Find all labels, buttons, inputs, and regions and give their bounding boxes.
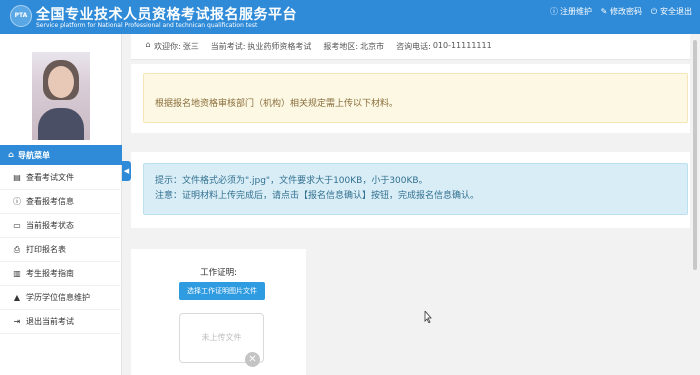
power-icon: ⏻ xyxy=(650,6,658,16)
exam-value: 执业药师资格考试 xyxy=(247,42,312,51)
bank-icon: ⌂ xyxy=(145,40,151,49)
platform-title: 全国专业技术人员资格考试报名服务平台 xyxy=(36,7,297,23)
phone-label: 咨询电话: xyxy=(396,42,431,51)
upload-requirement-alert: 根据报名地资格审核部门（机构）相关规定需上传以下材料。 xyxy=(143,73,688,123)
text-cursor-icon xyxy=(424,311,432,323)
region-value: 北京市 xyxy=(360,42,385,51)
sidebar-collapse-toggle[interactable]: ◀ xyxy=(122,161,131,181)
avatar xyxy=(32,52,90,140)
platform-subtitle: Service platform for National Profession… xyxy=(36,22,258,29)
print-icon: ⎙ xyxy=(13,244,21,254)
user-info-bar: ⌂ 欢迎你: 张三 当前考试: 执业药师资格考试 报考地区: 北京市 咨询电话:… xyxy=(131,34,700,60)
change-password-link[interactable]: ✎ 修改密码 xyxy=(600,6,642,17)
logo: PTA xyxy=(10,5,32,27)
exam-label: 当前考试: xyxy=(210,42,246,51)
monitor-icon: ▭ xyxy=(13,220,21,230)
sidebar-item-exam-files[interactable]: ▤ 查看考试文件 xyxy=(0,166,122,190)
graduation-cap-icon: ▲ xyxy=(13,292,21,302)
sidebar-item-registration-status[interactable]: ▭ 当前报考状态 xyxy=(0,214,122,238)
logout-link[interactable]: ⏻ 安全退出 xyxy=(650,6,692,17)
top-links: ⓘ 注册维护 ✎ 修改密码 ⏻ 安全退出 xyxy=(550,6,692,17)
scrollbar-thumb[interactable] xyxy=(693,40,697,270)
sidebar-item-education-info[interactable]: ▲ 学历学位信息维护 xyxy=(0,286,122,310)
nav-list: ▤ 查看考试文件 ⓘ 查看报考信息 ▭ 当前报考状态 ⎙ 打印报名表 ▥ 考生报… xyxy=(0,166,122,334)
info-icon: ⓘ xyxy=(13,196,21,206)
top-header: PTA 全国专业技术人员资格考试报名服务平台 Service platform … xyxy=(0,0,700,34)
sidebar: ⌂ 导航菜单 ▤ 查看考试文件 ⓘ 查看报考信息 ▭ 当前报考状态 ⎙ 打印报名… xyxy=(0,34,122,375)
phone-value: 010-11111111 xyxy=(432,41,492,50)
sign-out-icon: ⇥ xyxy=(13,316,21,326)
nav-menu-header[interactable]: ⌂ 导航菜单 xyxy=(0,145,122,165)
file-icon: ▤ xyxy=(13,172,21,182)
edit-icon: ✎ xyxy=(600,6,608,16)
upload-notice-alert: 提示：文件格式必须为".jpg"，文件要求大于100KB，小于300KB。 注意… xyxy=(143,163,688,215)
sidebar-item-exit-exam[interactable]: ⇥ 退出当前考试 xyxy=(0,310,122,334)
sidebar-item-print-form[interactable]: ⎙ 打印报名表 xyxy=(0,238,122,262)
home-icon: ⌂ xyxy=(8,150,14,159)
sidebar-item-guide[interactable]: ▥ 考生报考指南 xyxy=(0,262,122,286)
sidebar-item-registration-info[interactable]: ⓘ 查看报考信息 xyxy=(0,190,122,214)
register-maintain-link[interactable]: ⓘ 注册维护 xyxy=(550,6,592,17)
book-icon: ▥ xyxy=(13,268,21,278)
notice-line-confirm: 注意：证明材料上传完成后，请点击【报名信息确认】按钮，完成报名信息确认。 xyxy=(155,191,480,201)
notice-line-format: 提示：文件格式必须为".jpg"，文件要求大于100KB，小于300KB。 xyxy=(155,176,428,186)
info-circle-icon: ⓘ xyxy=(550,6,558,16)
upload-title: 工作证明: xyxy=(200,268,237,278)
choose-file-button[interactable]: 选择工作证明图片文件 xyxy=(179,282,265,300)
region-label: 报考地区: xyxy=(323,42,359,51)
welcome-label: 欢迎你: xyxy=(154,42,181,51)
welcome-name: 张三 xyxy=(182,42,199,51)
remove-file-icon[interactable]: ✕ xyxy=(245,352,260,367)
